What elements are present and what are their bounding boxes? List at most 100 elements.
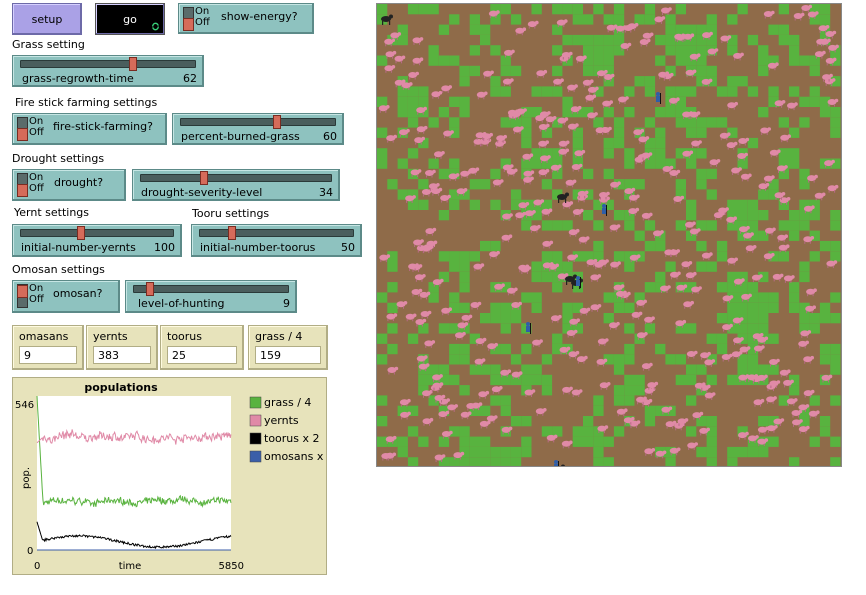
yernt-leg [432,96,434,99]
show-energy-switch[interactable]: On Off show-energy? [178,3,314,34]
yernt-leg [747,178,749,182]
switch-knob[interactable] [183,18,194,31]
slider-knob[interactable] [129,57,137,71]
slider-track[interactable] [133,285,289,293]
grass-patch [830,251,841,262]
grass-patch [438,24,450,35]
initial-number-toorus-slider[interactable]: initial-number-toorus 50 [191,224,362,257]
yernt-head [422,318,427,323]
slider-knob[interactable] [200,171,208,185]
go-button[interactable]: go [95,3,165,35]
yernt-leg [804,409,806,412]
yernt-leg [486,425,488,429]
grass-patch [449,251,460,262]
grass-patch [624,179,635,190]
yernt-leg [733,322,735,325]
percent-burned-grass-slider[interactable]: percent-burned-grass 60 [172,113,344,145]
slider-track[interactable] [20,60,196,68]
initial-number-yernts-slider[interactable]: initial-number-yernts 100 [12,224,182,257]
slider-knob[interactable] [228,226,236,240]
yernt-leg [584,195,586,199]
yernt-leg [548,213,549,217]
grass-patch [480,405,491,416]
switch-track[interactable] [183,7,194,31]
slider-knob[interactable] [77,226,85,240]
yernt-head [661,16,666,20]
grass-patch [407,426,419,437]
yernt-leg [663,78,665,81]
yernt-head [733,216,737,220]
switch-track[interactable] [17,173,28,197]
yernt-leg [480,425,482,429]
yernt-leg [640,44,642,47]
yernt-head [828,374,833,379]
yernt-leg [744,379,746,383]
yernt-leg [642,401,644,405]
yernt-head [530,170,535,174]
yernt-leg [603,430,605,434]
yernt-leg [423,395,424,398]
yernt-head [575,228,580,233]
grass-patch [459,271,470,283]
grass-patch [562,302,573,313]
grass-patch [686,323,697,334]
yernt-leg [726,137,728,141]
grass-patch [583,426,594,437]
yernt-head [613,24,618,29]
yernt-head [464,322,469,326]
yernt-leg [746,351,748,354]
yernt-leg [753,338,755,341]
slider-track[interactable] [20,229,174,237]
grass-patch [634,385,645,396]
setup-button[interactable]: setup [12,3,82,35]
grass-patch [562,34,573,46]
omosan-setting-label: Omosan settings [12,263,105,276]
switch-knob[interactable] [17,128,28,141]
slider-track[interactable] [140,174,332,182]
grass-patch [686,426,697,437]
yernt-leg [693,417,695,420]
omosan-switch[interactable]: On Off omosan? [12,280,120,313]
grass-patch [747,86,759,97]
yernt-leg [746,250,748,253]
grass-patch [531,86,542,97]
yernt-head [436,183,440,187]
slider-track[interactable] [180,118,336,126]
yernt-leg [446,200,448,203]
fire-stick-farming-switch[interactable]: On Off fire-stick-farming? [12,113,167,145]
grass-patch [449,354,460,365]
drought-switch[interactable]: On Off drought? [12,169,126,201]
slider-value: 60 [323,130,337,143]
yernt-leg [635,199,637,203]
slider-knob[interactable] [273,115,281,129]
switch-track[interactable] [17,284,28,308]
grass-patch [583,416,594,427]
drought-severity-level-slider[interactable]: drought-severity-level 34 [132,169,340,201]
switch-track[interactable] [17,117,28,141]
grass-patch [480,240,491,252]
yernt-head [447,194,451,199]
yernt-leg [636,259,638,263]
yernt-leg [630,422,632,425]
yernt-leg [651,392,653,396]
grass-patch [407,86,419,97]
grass-patch [541,354,553,365]
world-view[interactable] [376,3,842,467]
switch-knob[interactable] [17,285,28,298]
yernt-head [592,94,597,99]
yernt-leg [501,374,503,378]
grass-patch [593,45,604,56]
yernt-leg [804,345,806,349]
slider-knob[interactable] [146,282,154,296]
grass-patch [758,65,769,77]
yernt-leg [815,415,817,419]
yernt-leg [447,90,449,93]
level-of-hunting-slider[interactable]: level-of-hunting 9 [125,280,297,313]
yernt-leg [508,431,510,435]
switch-knob[interactable] [17,184,28,197]
grass-regrowth-time-slider[interactable]: grass-regrowth-time 62 [12,55,204,87]
slider-track[interactable] [199,229,354,237]
grass-patch [799,261,810,272]
yernt-head [523,108,527,112]
grass-patch [727,86,738,97]
